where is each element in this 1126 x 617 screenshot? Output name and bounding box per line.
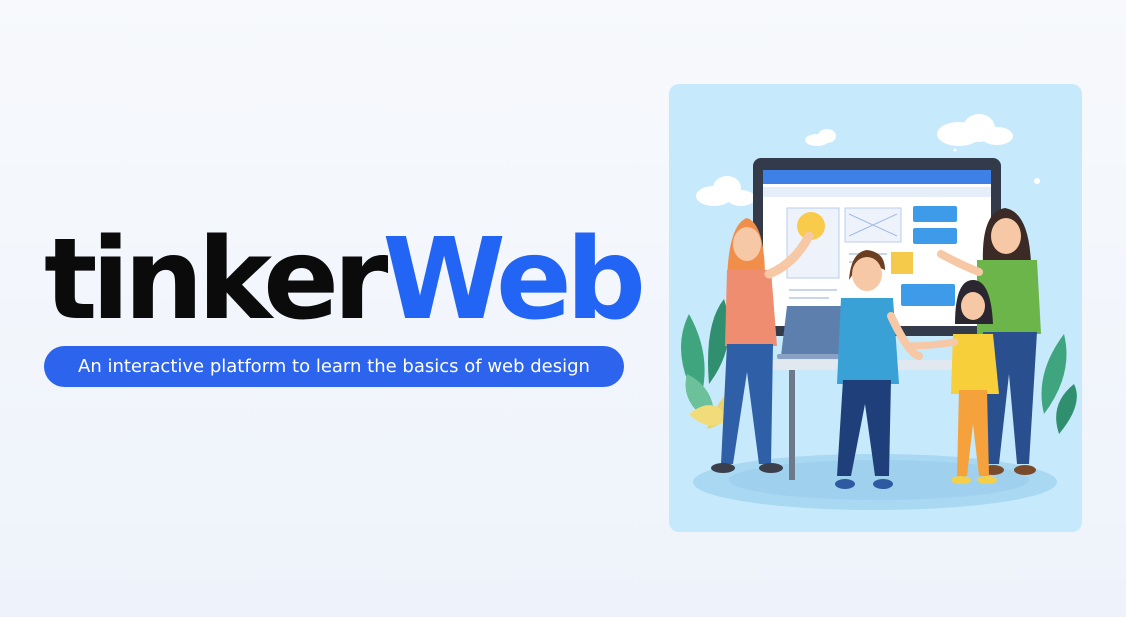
logo-wordmark: tinkerWeb (44, 224, 646, 336)
people-at-computer-illustration-icon (681, 114, 1077, 510)
logo-text-web: Web (382, 215, 646, 345)
tagline-badge: An interactive platform to learn the bas… (44, 346, 624, 387)
hero-illustration (669, 84, 1082, 532)
brand-logo: tinkerWeb (44, 224, 646, 336)
logo-text-tinker: tinker (44, 215, 388, 345)
